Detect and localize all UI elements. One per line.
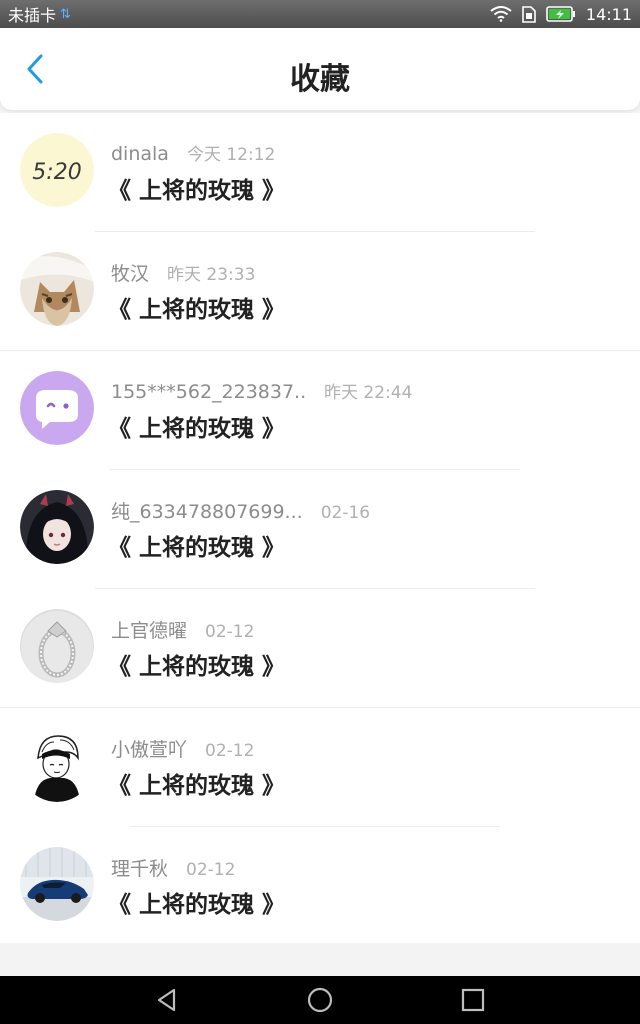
avatar[interactable] — [20, 609, 94, 683]
author-name[interactable]: 牧汉 — [111, 259, 149, 286]
data-sync-icon: ⇅ — [60, 6, 71, 22]
carrier-label: 未插卡 — [8, 6, 57, 25]
timestamp: 02-12 — [186, 860, 236, 880]
book-title[interactable]: 《 上将的玫瑰 》 — [108, 647, 285, 681]
item-meta: 纯_633478807699... 02-16 — [111, 497, 370, 524]
nav-recents-button[interactable] — [453, 980, 493, 1020]
book-title[interactable]: 《 上将的玫瑰 》 — [108, 171, 285, 205]
nav-home-button[interactable] — [300, 980, 340, 1020]
avatar[interactable] — [20, 847, 94, 921]
status-left: 未插卡 ⇅ — [8, 2, 71, 26]
timestamp: 昨天 22:44 — [324, 383, 413, 403]
book-title[interactable]: 《 上将的玫瑰 》 — [108, 766, 285, 800]
author-name[interactable]: dinala — [111, 143, 169, 165]
book-title[interactable]: 《 上将的玫瑰 》 — [108, 409, 285, 443]
author-name[interactable]: 155***562_223837... — [111, 381, 306, 403]
favorite-item[interactable]: 理千秋 02-12 《 上将的玫瑰 》 — [0, 827, 640, 946]
status-right: 14:11 — [490, 5, 632, 24]
favorites-list: 5:20 dinala 今天 12:12 《 上将的玫瑰 》 牧汉 昨天 23:… — [0, 113, 640, 943]
nav-back-button[interactable] — [147, 980, 187, 1020]
battery-charging-icon — [546, 6, 576, 22]
avatar-clock-text: 5:20 — [32, 160, 81, 185]
avatar[interactable] — [20, 728, 94, 802]
status-bar: 未插卡 ⇅ 14:11 — [0, 0, 640, 28]
favorite-item[interactable]: 小傲萱吖 02-12 《 上将的玫瑰 》 — [0, 708, 640, 827]
timestamp: 今天 12:12 — [186, 145, 276, 165]
wifi-icon — [490, 6, 512, 22]
triangle-back-icon — [157, 988, 175, 1012]
item-meta: dinala 今天 12:12 — [111, 140, 275, 165]
sim-card-icon — [522, 5, 536, 23]
item-meta: 小傲萱吖 02-12 — [111, 735, 254, 762]
avatar[interactable] — [20, 252, 94, 326]
item-meta: 上官德曜 02-12 — [111, 616, 254, 643]
square-recents-icon — [462, 988, 485, 1012]
navigation-bar — [0, 976, 640, 1024]
author-name[interactable]: 上官德曜 — [111, 616, 187, 643]
book-title[interactable]: 《 上将的玫瑰 》 — [108, 290, 285, 324]
book-title[interactable]: 《 上将的玫瑰 》 — [108, 528, 285, 562]
favorite-item[interactable]: 纯_633478807699... 02-16 《 上将的玫瑰 》 — [0, 470, 640, 589]
timestamp: 昨天 23:33 — [167, 265, 256, 285]
clock: 14:11 — [585, 4, 632, 24]
favorite-item[interactable]: 牧汉 昨天 23:33 《 上将的玫瑰 》 — [0, 232, 640, 351]
item-meta: 理千秋 02-12 — [111, 854, 235, 881]
avatar[interactable] — [20, 490, 94, 564]
timestamp: 02-16 — [320, 503, 371, 523]
avatar[interactable]: 5:20 — [20, 133, 94, 207]
book-title[interactable]: 《 上将的玫瑰 》 — [108, 885, 285, 919]
favorite-item[interactable]: 5:20 dinala 今天 12:12 《 上将的玫瑰 》 — [0, 113, 640, 232]
author-name[interactable]: 小傲萱吖 — [111, 735, 187, 762]
timestamp: 02-12 — [205, 622, 255, 642]
item-meta: 牧汉 昨天 23:33 — [111, 259, 255, 286]
favorite-item[interactable]: 上官德曜 02-12 《 上将的玫瑰 》 — [0, 589, 640, 708]
author-name[interactable]: 纯_633478807699... — [111, 497, 303, 524]
circle-home-icon — [307, 987, 333, 1013]
item-meta: 155***562_223837... 昨天 22:44 — [111, 378, 412, 403]
header: 收藏 — [0, 28, 640, 110]
favorite-item[interactable]: 155***562_223837... 昨天 22:44 《 上将的玫瑰 》 — [0, 351, 640, 470]
page-title: 收藏 — [290, 62, 350, 97]
timestamp: 02-12 — [205, 741, 255, 761]
avatar[interactable] — [20, 371, 94, 445]
author-name[interactable]: 理千秋 — [111, 854, 168, 881]
